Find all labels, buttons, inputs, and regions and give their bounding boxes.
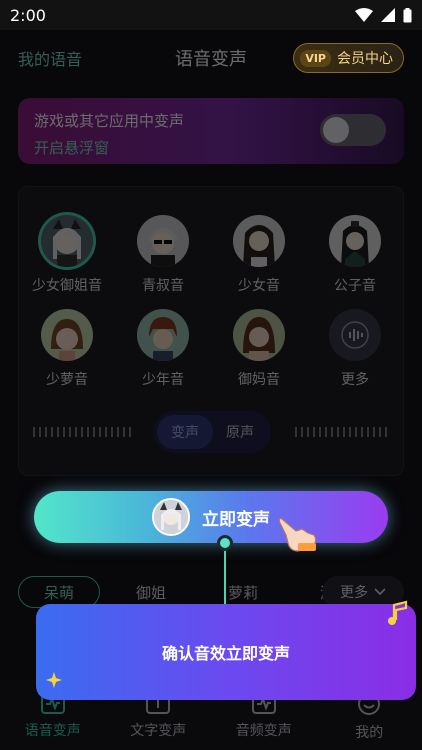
my-voice-link[interactable]: 我的语音 <box>18 46 82 70</box>
voice-mode-toggle[interactable]: 变声 原声 <box>153 411 271 453</box>
right-wave-ticks <box>295 427 387 437</box>
category-tab[interactable]: 御姐 <box>110 582 192 603</box>
avatar-little-girl <box>41 309 93 361</box>
status-time: 2:00 <box>10 5 46 25</box>
apply-voice-label: 立即变声 <box>202 509 270 530</box>
pointing-hand-icon <box>278 517 317 552</box>
avatar <box>152 498 190 536</box>
avatar-woman <box>233 309 285 361</box>
status-bar: 2:00 <box>0 0 422 30</box>
mode-changed-voice[interactable]: 变声 <box>157 415 213 449</box>
voice-item-gongzi[interactable]: 公子音 <box>307 215 403 295</box>
voice-label: 青叔音 <box>142 278 184 294</box>
avatar-female-long-hair <box>233 215 285 267</box>
guide-tooltip[interactable]: 确认音效立即变声 <box>36 604 416 700</box>
voice-item-shaonian[interactable]: 少年音 <box>115 309 211 389</box>
mode-original-voice[interactable]: 原声 <box>213 422 267 442</box>
vip-badge: VIP <box>300 49 331 67</box>
guide-tooltip-text: 确认音效立即变声 <box>161 644 290 663</box>
avatar-male-sunglasses <box>137 215 189 267</box>
voice-label: 少萝音 <box>46 372 88 388</box>
vip-center-button[interactable]: VIP 会员中心 <box>293 43 404 73</box>
avatar-female-cat-ears <box>41 215 93 267</box>
toggle-knob <box>323 117 349 143</box>
tab-label: 语音变声 <box>24 723 81 739</box>
tab-label: 文字变声 <box>130 723 187 739</box>
voice-label: 少女御姐音 <box>32 278 102 294</box>
voice-label: 少年音 <box>142 372 184 388</box>
apply-voice-button[interactable]: 立即变声 <box>34 491 388 543</box>
floating-window-toggle[interactable] <box>320 114 386 146</box>
music-note-icon <box>388 600 408 625</box>
chevron-down-icon <box>374 588 386 596</box>
voice-item-shaonv-yujie[interactable]: 少女御姐音 <box>19 215 115 295</box>
category-tab[interactable]: 萝莉 <box>202 582 284 603</box>
top-bar: 我的语音 语音变声 VIP 会员中心 <box>0 30 422 86</box>
voice-label: 公子音 <box>334 278 376 294</box>
avatar-boy <box>137 309 189 361</box>
sparkle-icon <box>46 672 62 688</box>
battery-icon <box>403 7 412 22</box>
soundwave-icon <box>329 309 381 361</box>
voice-grid-panel: 少女御姐音 青叔音 少女音 公子音 少萝音 少年音 御妈音 更多 变声 原声 <box>18 186 404 476</box>
tab-label: 音频变声 <box>235 723 292 739</box>
more-label: 更多 <box>340 585 368 601</box>
mode-switch-bar: 变声 原声 <box>33 411 389 453</box>
voice-label: 御妈音 <box>238 372 280 388</box>
avatar-male-ancient <box>329 215 381 267</box>
tab-label: 我的 <box>355 725 384 741</box>
voice-item-yuma[interactable]: 御妈音 <box>211 309 307 389</box>
guide-connector-dot <box>217 535 233 551</box>
voice-label: 少女音 <box>238 278 280 294</box>
voice-item-qingshu[interactable]: 青叔音 <box>115 215 211 295</box>
signal-icon <box>381 8 395 22</box>
status-icons <box>355 7 412 23</box>
voice-item-shaoluo[interactable]: 少萝音 <box>19 309 115 389</box>
voice-label: 更多 <box>341 372 369 388</box>
floating-window-card[interactable]: 游戏或其它应用中变声 开启悬浮窗 <box>18 98 404 164</box>
voice-item-shaonv[interactable]: 少女音 <box>211 215 307 295</box>
vip-center-label: 会员中心 <box>337 51 393 67</box>
left-wave-ticks <box>33 427 131 437</box>
wifi-icon <box>355 8 373 22</box>
voice-item-more[interactable]: 更多 <box>307 309 403 389</box>
